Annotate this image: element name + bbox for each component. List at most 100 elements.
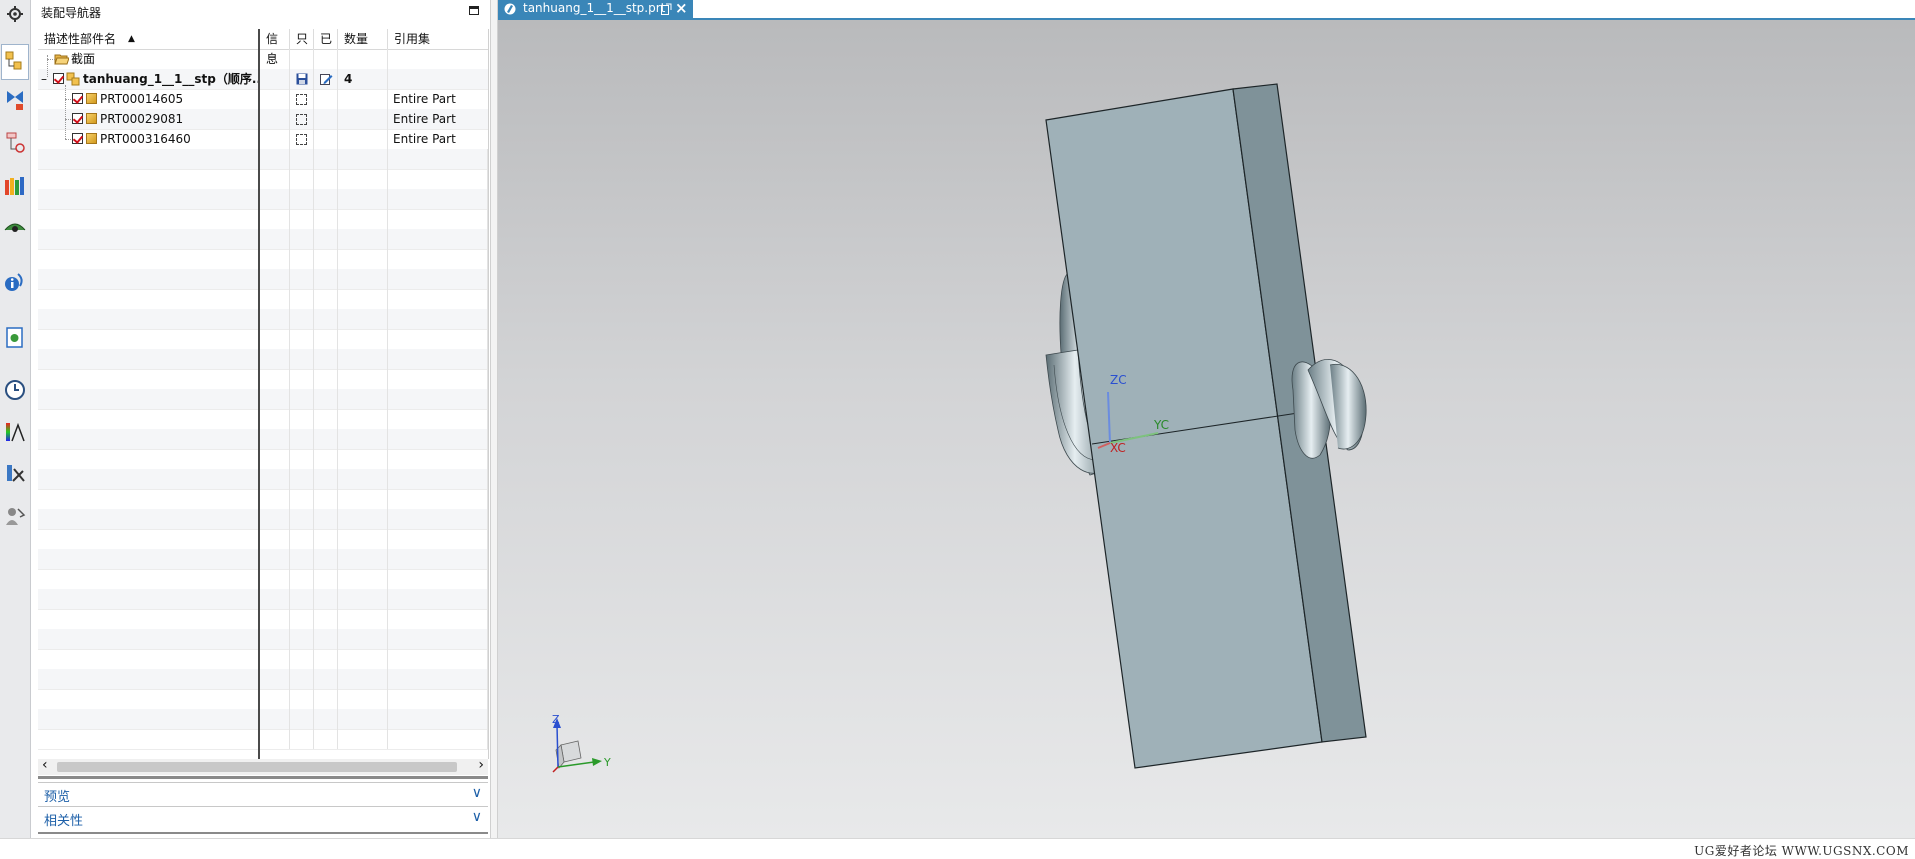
empty-row [38, 269, 488, 290]
chevron-down-icon[interactable]: ∨ [472, 809, 482, 825]
tree-line [65, 139, 71, 140]
empty-row [38, 389, 488, 410]
web-browser-icon[interactable] [3, 326, 27, 350]
empty-row [38, 709, 488, 730]
assembly-navigator-icon[interactable] [1, 44, 29, 80]
edit-icon [320, 74, 333, 85]
tree-line [65, 119, 71, 120]
column-header-readonly[interactable]: 只 [290, 29, 314, 49]
table-row[interactable]: – tanhuang_1__1__stp（顺序... 4 [38, 69, 488, 90]
navigator-table: 描述性部件名 ▲ 信息 只 已 数量 引用集 截面 – tanhuang_1__… [38, 29, 489, 759]
refset-cell: Entire Part [393, 132, 456, 146]
panel-divider [38, 832, 488, 834]
part-navigator-icon[interactable] [3, 130, 27, 154]
table-row[interactable]: PRT000316460 Entire Part [38, 129, 488, 150]
readonly-icon [296, 134, 307, 145]
dependencies-section[interactable]: 相关性 ∨ [38, 806, 488, 829]
column-header-quantity[interactable]: 数量 [338, 29, 388, 49]
reuse-library-icon[interactable] [3, 174, 27, 198]
empty-row [38, 569, 488, 590]
empty-row [38, 589, 488, 610]
tree-line [47, 59, 55, 60]
analysis-icon[interactable] [3, 420, 27, 444]
close-icon[interactable]: × [675, 0, 688, 17]
tree-line [65, 85, 66, 139]
empty-row [38, 149, 488, 170]
section-label: 预览 [44, 790, 71, 805]
scroll-right-icon[interactable]: › [478, 757, 484, 773]
panel-title: 装配导航器 [41, 6, 102, 20]
column-header-modified[interactable]: 已 [314, 29, 338, 49]
save-icon [296, 73, 308, 85]
preview-section[interactable]: 预览 ∨ [38, 782, 488, 805]
empty-row [38, 429, 488, 450]
tree-line [65, 99, 71, 100]
name-cell: PRT00014605 [38, 89, 260, 109]
empty-row [38, 489, 488, 510]
process-icon[interactable] [3, 462, 27, 486]
checkbox-icon[interactable] [72, 133, 83, 144]
table-header: 描述性部件名 ▲ 信息 只 已 数量 引用集 [38, 29, 488, 66]
triad-y-label: Y [603, 756, 611, 769]
tab-document[interactable]: tanhuang_1__1__stp.prt × [498, 0, 693, 18]
scroll-left-icon[interactable]: ‹ [42, 757, 48, 773]
part-icon [86, 133, 97, 144]
wcs-z-label: ZC [1110, 373, 1127, 387]
checkbox-icon[interactable] [53, 73, 64, 84]
empty-row [38, 669, 488, 690]
column-header-info[interactable]: 信息 [260, 29, 290, 66]
scrollbar-thumb[interactable] [57, 762, 457, 772]
column-header-name[interactable]: 描述性部件名 ▲ [38, 29, 260, 49]
section-label: 相关性 [44, 814, 84, 829]
constraint-navigator-icon[interactable] [3, 88, 27, 112]
maximize-icon[interactable] [469, 6, 479, 15]
empty-row [38, 609, 488, 630]
restore-window-icon[interactable] [661, 3, 672, 15]
table-row[interactable]: 截面 [38, 49, 488, 70]
triad-z-label: Z [552, 713, 560, 726]
spring-coil-right[interactable] [1291, 359, 1367, 459]
model-view[interactable]: ZC YC XC Z Y [498, 20, 1915, 838]
view-manager-icon[interactable] [3, 216, 27, 240]
column-splitter[interactable] [258, 29, 260, 759]
row-label: PRT00029081 [100, 112, 184, 126]
name-cell: PRT00029081 [38, 109, 260, 129]
wcs-y-label: YC [1153, 418, 1169, 432]
column-header-refset[interactable]: 引用集 [388, 29, 488, 49]
checkbox-icon[interactable] [72, 93, 83, 104]
graphics-window[interactable]: ZC YC XC Z Y [498, 20, 1915, 838]
history-icon[interactable] [3, 378, 27, 402]
empty-row [38, 529, 488, 550]
document-tab-strip: tanhuang_1__1__stp.prt × [498, 0, 1915, 20]
empty-row [38, 549, 488, 570]
empty-row [38, 409, 488, 430]
empty-row [38, 469, 488, 490]
empty-row [38, 249, 488, 270]
table-row[interactable]: PRT00029081 Entire Part [38, 109, 488, 130]
chevron-down-icon[interactable]: ∨ [472, 785, 482, 801]
settings-icon[interactable] [3, 2, 27, 26]
horizontal-scrollbar[interactable]: ‹ › [38, 757, 488, 775]
empty-row [38, 209, 488, 230]
panel-splitter[interactable] [490, 0, 498, 838]
empty-row [38, 349, 488, 370]
panel-divider [38, 776, 488, 779]
readonly-icon [296, 94, 307, 105]
row-label: PRT000316460 [100, 132, 191, 146]
empty-row [38, 689, 488, 710]
checkbox-icon[interactable] [72, 113, 83, 124]
part-icon [86, 93, 97, 104]
refset-cell: Entire Part [393, 92, 456, 106]
info-icon[interactable] [3, 270, 27, 294]
assembly-icon [66, 72, 80, 86]
tab-label: tanhuang_1__1__stp.prt [523, 1, 666, 15]
resource-bar [0, 0, 31, 838]
roles-icon[interactable] [3, 504, 27, 528]
sort-ascending-icon: ▲ [128, 34, 135, 44]
name-cell: – tanhuang_1__1__stp（顺序... [38, 69, 260, 89]
empty-row [38, 509, 488, 530]
table-row[interactable]: PRT00014605 Entire Part [38, 89, 488, 110]
view-triad: Z Y [552, 713, 611, 773]
nx-part-icon [504, 3, 516, 15]
row-label: tanhuang_1__1__stp（顺序... [83, 72, 260, 86]
